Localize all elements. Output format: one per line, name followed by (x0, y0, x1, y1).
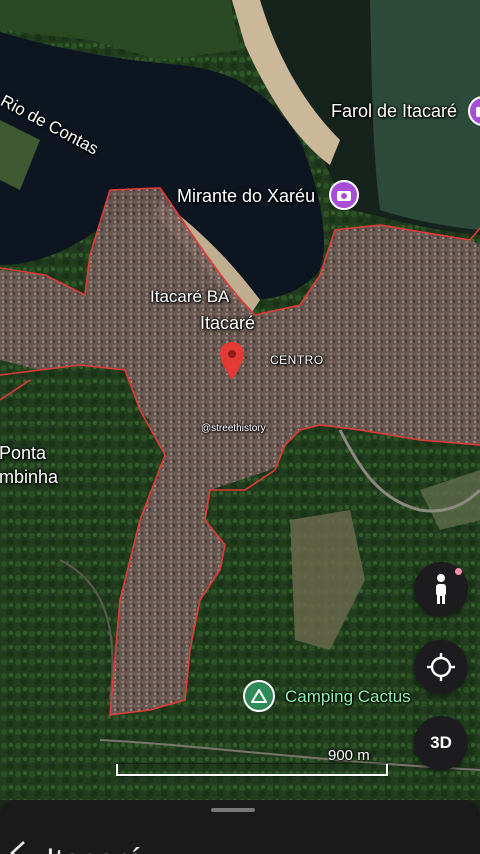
my-location-button[interactable] (414, 640, 468, 694)
my-location-icon (427, 653, 455, 681)
satellite-map[interactable]: Rio de Contas Farol de Itacaré Mirante d… (0, 0, 480, 800)
itacare-ba-label: Itacaré BA (150, 287, 230, 306)
three-d-label: 3D (430, 733, 452, 752)
itacare-label: Itacaré (200, 313, 256, 333)
place-title: Itacaré (46, 842, 144, 854)
back-button[interactable] (4, 838, 34, 854)
ponta-label: Ponta (0, 443, 47, 463)
three-d-button[interactable]: 3D (414, 716, 468, 770)
notification-dot (455, 568, 462, 575)
person-icon (436, 574, 446, 604)
mirante-label[interactable]: Mirante do Xaréu (177, 187, 315, 205)
bottom-sheet[interactable]: Itacaré (0, 800, 480, 854)
mirante-camera-icon[interactable] (329, 180, 359, 210)
sheet-drag-handle[interactable] (211, 808, 255, 812)
location-pin-icon[interactable] (220, 342, 244, 380)
camping-label[interactable]: Camping Cactus (285, 688, 411, 705)
scale-label: 900 m (328, 747, 370, 764)
camping-tent-icon[interactable] (243, 680, 275, 712)
watermark-label: @streethistory (201, 423, 266, 434)
street-view-button[interactable] (414, 562, 468, 616)
chevron-left-icon (10, 841, 25, 854)
farol-label[interactable]: Farol de Itacaré (331, 102, 457, 120)
pontinha-label: mbinha (0, 467, 59, 487)
centro-label: CENTRO (270, 353, 324, 367)
scale-bar (116, 764, 388, 776)
